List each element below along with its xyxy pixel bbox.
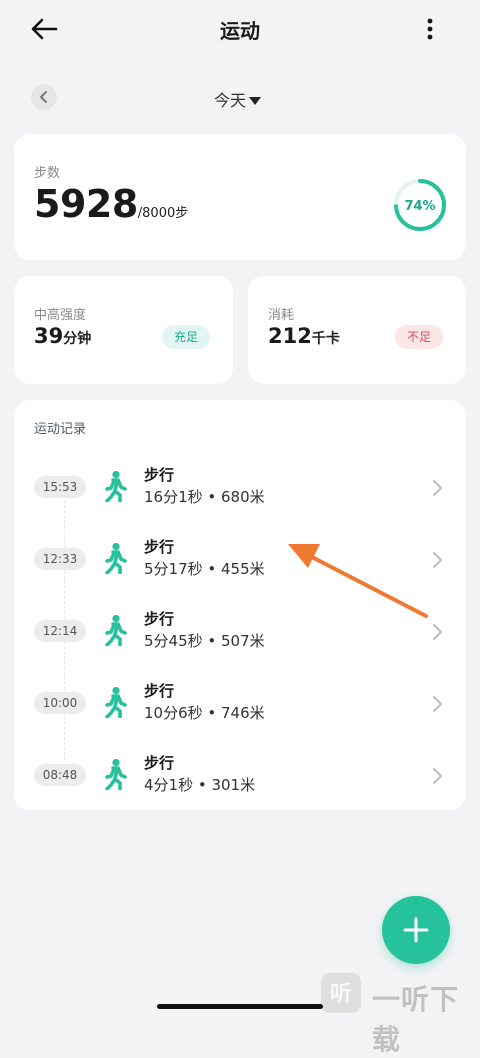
energy-value: 212 bbox=[268, 324, 312, 348]
svg-text:听: 听 bbox=[330, 982, 352, 1007]
more-button[interactable] bbox=[418, 12, 442, 46]
record-time: 12:33 bbox=[34, 548, 86, 570]
energy-card[interactable]: 消耗 212千卡 不足 bbox=[248, 276, 466, 384]
caret-down-icon bbox=[249, 97, 262, 105]
energy-label: 消耗 bbox=[268, 308, 295, 323]
steps-goal: /8000步 bbox=[137, 206, 189, 221]
intensity-value: 39 bbox=[34, 324, 64, 348]
intensity-value-row: 39分钟 bbox=[34, 324, 91, 348]
add-workout-button[interactable] bbox=[382, 896, 450, 964]
intensity-label: 中高强度 bbox=[34, 308, 87, 323]
date-dropdown[interactable]: 今天 bbox=[214, 87, 262, 111]
chevron-right-icon bbox=[433, 552, 442, 568]
watermark-logo: 听 bbox=[321, 973, 361, 1013]
record-row[interactable]: 12:33 步行 5分17秒 • 455米 bbox=[14, 530, 466, 590]
chevron-right-icon bbox=[433, 768, 442, 784]
record-detail: 5分17秒 • 455米 bbox=[144, 560, 265, 578]
steps-value-row: 5928/8000步 bbox=[34, 182, 188, 226]
walking-person-icon bbox=[105, 542, 127, 574]
walking-person-icon bbox=[105, 758, 127, 790]
steps-label: 步数 bbox=[34, 166, 61, 181]
energy-unit: 千卡 bbox=[311, 331, 340, 347]
watermark: 听 一听下载 bbox=[318, 970, 478, 1056]
steps-percent: 74% bbox=[404, 199, 435, 214]
record-name: 步行 bbox=[144, 466, 175, 484]
previous-day-button[interactable] bbox=[31, 84, 57, 110]
energy-status-badge: 不足 bbox=[395, 325, 444, 349]
date-label: 今天 bbox=[214, 91, 247, 110]
energy-value-row: 212千卡 bbox=[268, 324, 340, 348]
chevron-left-icon bbox=[40, 91, 47, 103]
watermark-text: 一听下载 bbox=[372, 983, 460, 1056]
record-row[interactable]: 10:00 步行 10分6秒 • 746米 bbox=[14, 674, 466, 734]
plus-icon bbox=[403, 917, 429, 943]
chevron-right-icon bbox=[433, 624, 442, 640]
record-time: 08:48 bbox=[34, 764, 86, 786]
record-time: 15:53 bbox=[34, 476, 86, 498]
steps-progress-ring: 74% bbox=[394, 179, 446, 231]
record-time: 12:14 bbox=[34, 620, 86, 642]
record-detail: 5分45秒 • 507米 bbox=[144, 632, 265, 650]
record-detail: 10分6秒 • 746米 bbox=[144, 704, 265, 722]
walking-person-icon bbox=[105, 470, 127, 502]
home-indicator[interactable] bbox=[157, 1004, 323, 1009]
activity-records-card: 运动记录 15:53 步行 16分1秒 • 680米 12:33 步行 5分17… bbox=[14, 400, 466, 810]
record-name: 步行 bbox=[144, 538, 175, 556]
walking-person-icon bbox=[105, 686, 127, 718]
intensity-status-badge: 充足 bbox=[162, 325, 211, 349]
record-name: 步行 bbox=[144, 682, 175, 700]
record-detail: 16分1秒 • 680米 bbox=[144, 488, 265, 506]
steps-count: 5928 bbox=[34, 182, 138, 226]
record-row[interactable]: 15:53 步行 16分1秒 • 680米 bbox=[14, 458, 466, 518]
record-name: 步行 bbox=[144, 754, 175, 772]
record-name: 步行 bbox=[144, 610, 175, 628]
records-title: 运动记录 bbox=[34, 422, 87, 437]
intensity-card[interactable]: 中高强度 39分钟 充足 bbox=[14, 276, 233, 384]
steps-card[interactable]: 步数 5928/8000步 74% bbox=[14, 134, 466, 260]
date-selector: 今天 bbox=[0, 80, 480, 114]
chevron-right-icon bbox=[433, 480, 442, 496]
record-time: 10:00 bbox=[34, 692, 86, 714]
record-row[interactable]: 08:48 步行 4分1秒 • 301米 bbox=[14, 746, 466, 806]
top-bar: 运动 bbox=[0, 0, 480, 60]
walking-person-icon bbox=[105, 614, 127, 646]
intensity-unit: 分钟 bbox=[63, 331, 92, 347]
record-detail: 4分1秒 • 301米 bbox=[144, 776, 256, 794]
chevron-right-icon bbox=[433, 696, 442, 712]
more-vertical-icon bbox=[427, 18, 433, 40]
record-row[interactable]: 12:14 步行 5分45秒 • 507米 bbox=[14, 602, 466, 662]
page-title: 运动 bbox=[220, 19, 260, 43]
